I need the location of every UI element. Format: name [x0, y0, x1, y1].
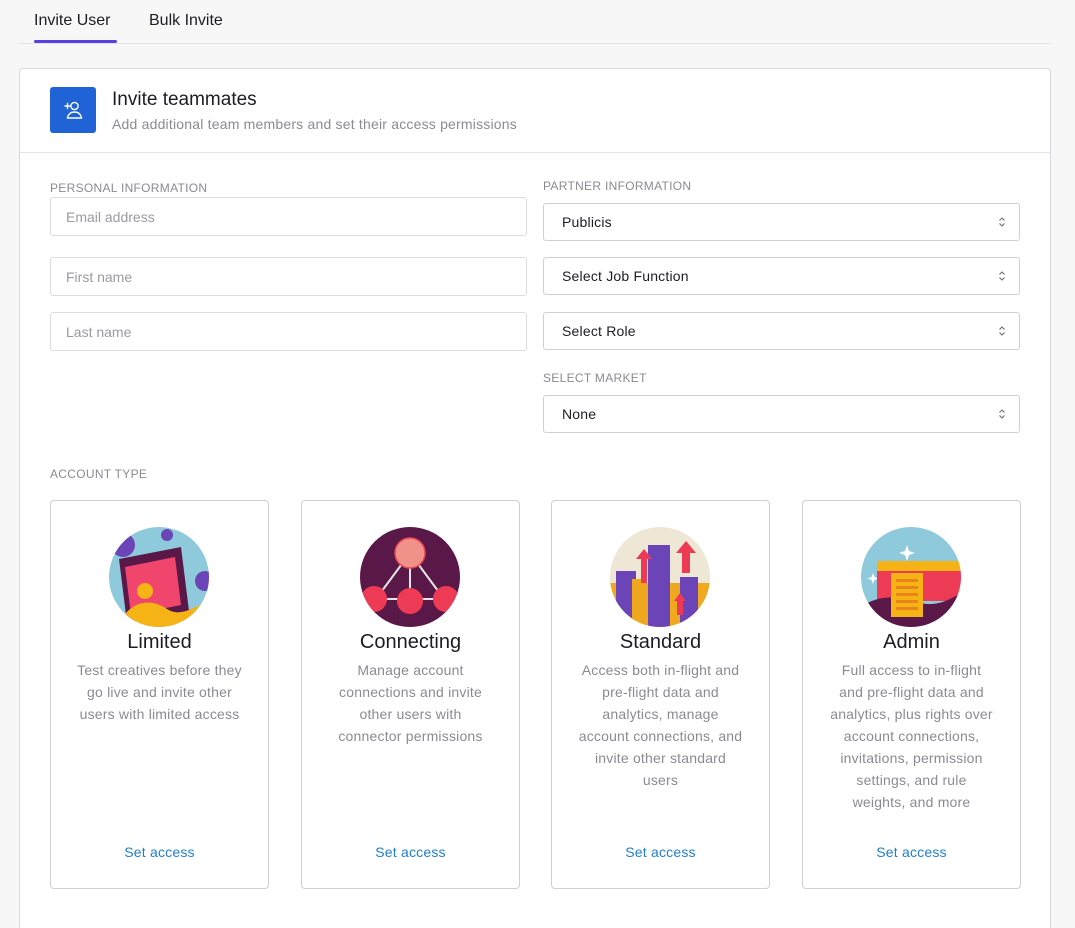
first-name-field[interactable] [50, 257, 527, 296]
invite-card: Invite teammates Add additional team mem… [19, 68, 1051, 928]
select-arrows-icon [999, 409, 1005, 419]
select-arrows-icon [999, 217, 1005, 227]
tab-invite-user[interactable]: Invite User [34, 12, 110, 30]
select-arrows-icon [999, 326, 1005, 336]
market-select[interactable]: None [543, 395, 1020, 433]
account-type-title: Limited [127, 631, 192, 653]
card-header: Invite teammates Add additional team mem… [20, 69, 1050, 153]
admin-illustration-icon [861, 527, 961, 627]
job-function-select-value: Select Job Function [562, 268, 689, 284]
last-name-field[interactable] [50, 312, 527, 351]
email-field[interactable] [50, 197, 527, 236]
set-access-link[interactable]: Set access [552, 844, 769, 860]
active-tab-indicator [34, 40, 117, 43]
personal-information-label: PERSONAL INFORMATION [50, 181, 208, 195]
account-type-label: ACCOUNT TYPE [50, 467, 148, 481]
account-type-description: Full access to in-flight and pre-flight … [830, 662, 993, 810]
account-type-title: Connecting [359, 631, 462, 653]
role-select-value: Select Role [562, 323, 636, 339]
page-subtitle: Add additional team members and set thei… [112, 116, 517, 132]
account-type-description: Test creatives before they go live and i… [77, 662, 242, 722]
select-arrows-icon [999, 271, 1005, 281]
account-type-description: Manage account connections and invite ot… [338, 662, 483, 744]
account-type-card-admin[interactable]: Admin Full access to in-flight and pre-f… [802, 500, 1021, 889]
job-function-select[interactable]: Select Job Function [543, 257, 1020, 295]
tab-bulk-invite[interactable]: Bulk Invite [149, 12, 223, 30]
account-type-card-limited[interactable]: Limited Test creatives before they go li… [50, 500, 269, 889]
connecting-illustration-icon [360, 527, 460, 627]
account-type-description: Access both in-flight and pre-flight dat… [578, 662, 743, 788]
account-type-card-standard[interactable]: Standard Access both in-flight and pre-f… [551, 500, 770, 889]
partner-information-label: PARTNER INFORMATION [543, 179, 692, 193]
set-access-link[interactable]: Set access [51, 844, 268, 860]
add-user-icon [50, 87, 96, 133]
role-select[interactable]: Select Role [543, 312, 1020, 350]
select-market-label: SELECT MARKET [543, 371, 647, 385]
account-type-card-connecting[interactable]: Connecting Manage account connections an… [301, 500, 520, 889]
account-type-title: Standard [619, 631, 702, 653]
partner-select[interactable]: Publicis [543, 203, 1020, 241]
limited-illustration-icon [109, 527, 209, 627]
page-title: Invite teammates [112, 89, 257, 110]
account-type-title: Admin [883, 631, 940, 653]
tab-bar: Invite User Bulk Invite [19, 0, 1051, 44]
set-access-link[interactable]: Set access [803, 844, 1020, 860]
partner-select-value: Publicis [562, 214, 612, 230]
set-access-link[interactable]: Set access [302, 844, 519, 860]
market-select-value: None [562, 406, 597, 422]
standard-illustration-icon [610, 527, 710, 627]
